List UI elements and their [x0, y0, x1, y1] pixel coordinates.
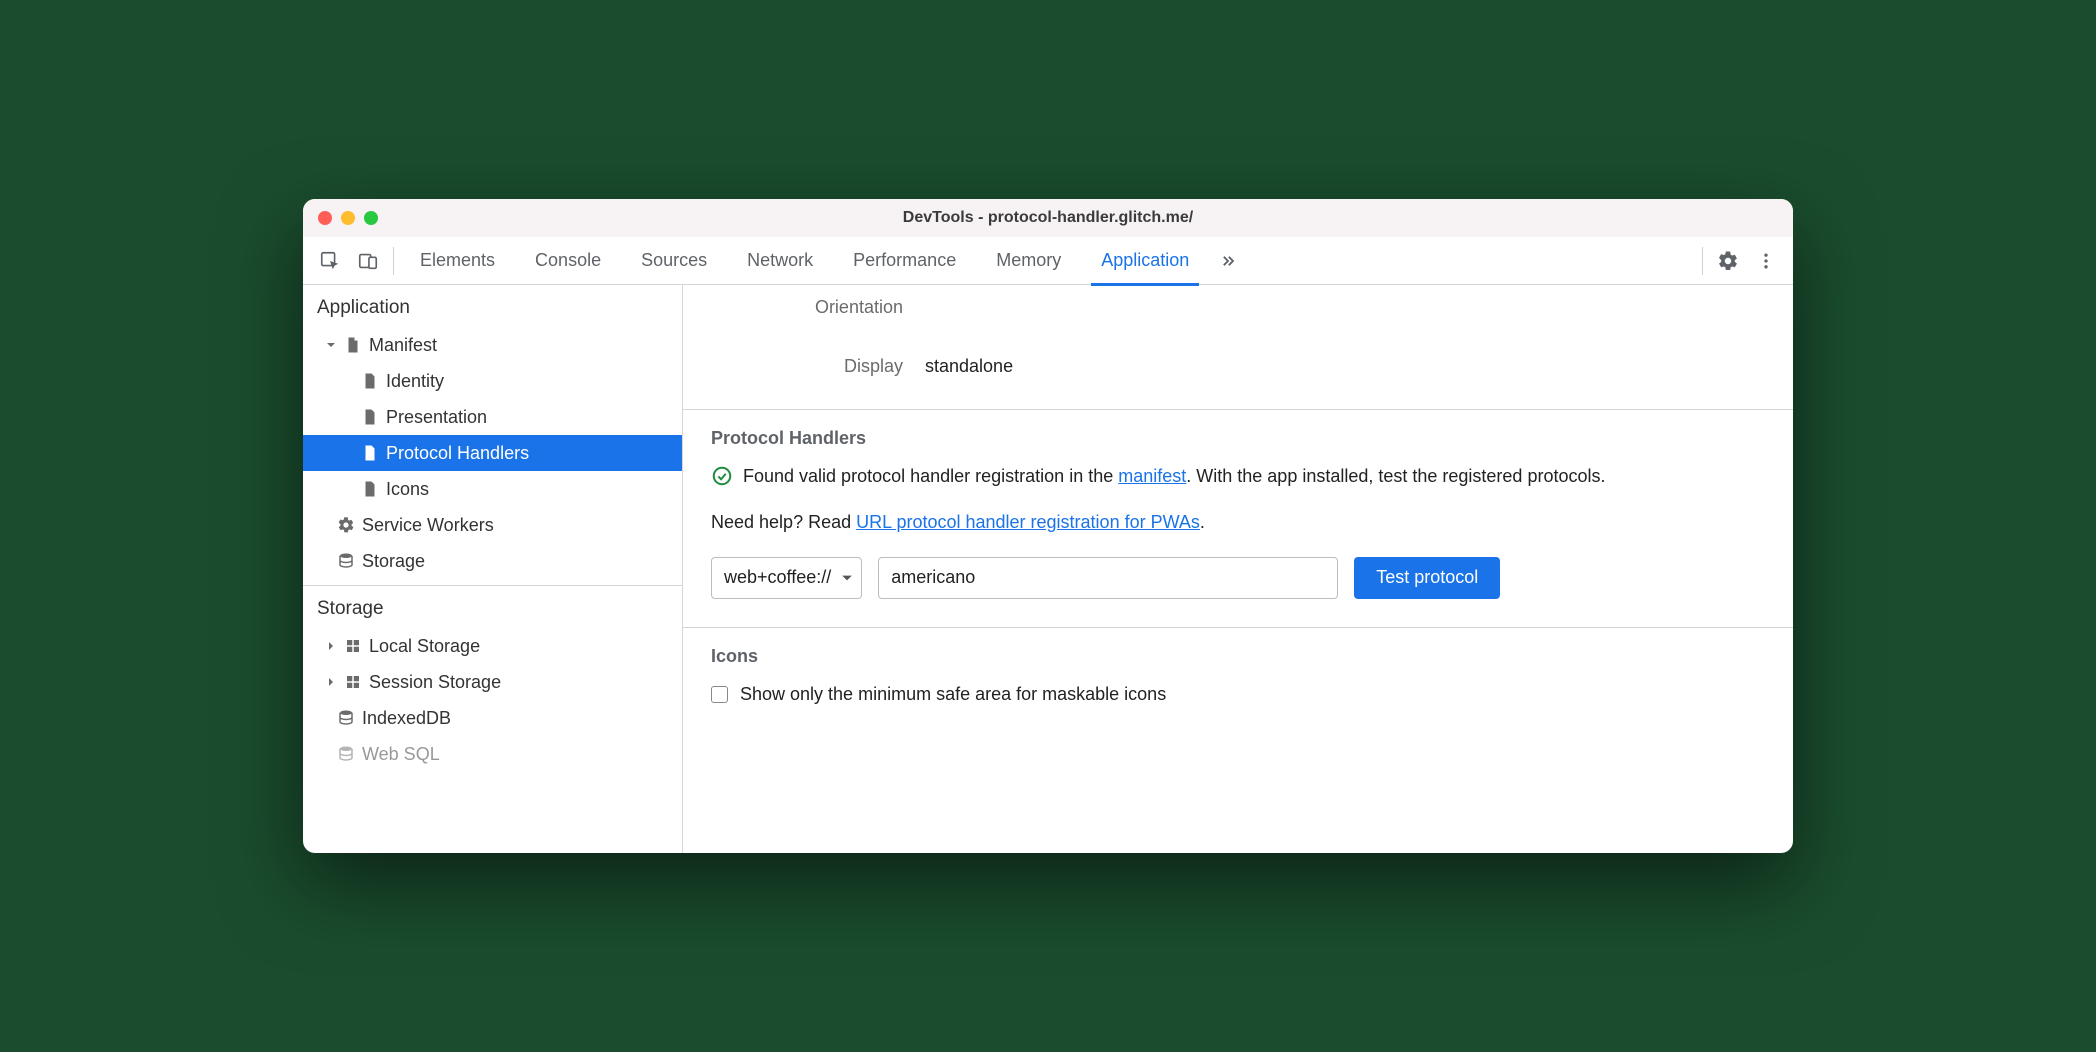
chevron-down-icon [325, 340, 337, 350]
chevron-right-icon [325, 677, 337, 687]
sidebar-item-label: Manifest [369, 335, 437, 356]
maskable-icons-checkbox-row[interactable]: Show only the minimum safe area for mask… [711, 681, 1765, 709]
section-title-icons: Icons [683, 628, 1793, 681]
gear-icon [337, 516, 355, 534]
devtools-window: DevTools - protocol-handler.glitch.me/ E… [303, 199, 1793, 853]
chevron-right-icon [325, 641, 337, 651]
chevron-down-icon [841, 572, 853, 584]
more-tabs-icon[interactable] [1209, 237, 1247, 285]
display-value: standalone [925, 356, 1013, 377]
sidebar: Application Manifest Identity [303, 285, 683, 853]
file-icon [361, 444, 379, 462]
sidebar-item-session-storage[interactable]: Session Storage [303, 664, 682, 700]
devtools-tabbar: Elements Console Sources Network Perform… [303, 237, 1793, 285]
tab-application[interactable]: Application [1081, 237, 1209, 285]
sidebar-item-manifest[interactable]: Manifest [303, 327, 682, 363]
test-protocol-button[interactable]: Test protocol [1354, 557, 1500, 599]
help-text: Need help? Read URL protocol handler reg… [711, 509, 1765, 537]
sidebar-item-protocol-handlers[interactable]: Protocol Handlers [303, 435, 682, 471]
help-link[interactable]: URL protocol handler registration for PW… [856, 512, 1200, 532]
sidebar-item-label: IndexedDB [362, 708, 451, 729]
checkbox-icon[interactable] [711, 686, 728, 703]
tab-sources[interactable]: Sources [621, 237, 727, 285]
row-orientation: Orientation [683, 293, 1793, 322]
icons-section: Icons Show only the minimum safe area fo… [683, 628, 1793, 737]
tab-console[interactable]: Console [515, 237, 621, 285]
database-icon [337, 709, 355, 727]
status-text-suffix: . With the app installed, test the regis… [1186, 466, 1605, 486]
sidebar-item-label: Icons [386, 479, 429, 500]
check-circle-icon [711, 465, 733, 487]
protocol-test-form: web+coffee:// Test protocol [711, 557, 1765, 599]
sidebar-item-label: Presentation [386, 407, 487, 428]
settings-icon[interactable] [1709, 237, 1747, 285]
sidebar-heading-application: Application [303, 285, 682, 327]
row-display: Display standalone [683, 352, 1793, 381]
display-section: Orientation Display standalone [683, 285, 1793, 410]
inspect-element-icon[interactable] [311, 237, 349, 285]
table-icon [344, 637, 362, 655]
tab-memory[interactable]: Memory [976, 237, 1081, 285]
database-icon [337, 552, 355, 570]
status-registration: Found valid protocol handler registratio… [711, 463, 1765, 491]
tab-performance[interactable]: Performance [833, 237, 976, 285]
file-icon [361, 372, 379, 390]
device-toolbar-icon[interactable] [349, 237, 387, 285]
sidebar-item-label: Storage [362, 551, 425, 572]
file-icon [361, 480, 379, 498]
kebab-menu-icon[interactable] [1747, 237, 1785, 285]
titlebar: DevTools - protocol-handler.glitch.me/ [303, 199, 1793, 237]
sidebar-item-local-storage[interactable]: Local Storage [303, 628, 682, 664]
tabbar-divider [1702, 247, 1703, 275]
sidebar-item-label: Local Storage [369, 636, 480, 657]
protocol-path-input[interactable] [878, 557, 1338, 599]
help-prefix: Need help? Read [711, 512, 856, 532]
file-icon [361, 408, 379, 426]
sidebar-item-label: Web SQL [362, 744, 440, 765]
sidebar-item-presentation[interactable]: Presentation [303, 399, 682, 435]
sidebar-item-label: Identity [386, 371, 444, 392]
protocol-handlers-section: Protocol Handlers Found valid protocol h… [683, 410, 1793, 628]
window-title: DevTools - protocol-handler.glitch.me/ [303, 209, 1793, 227]
display-label: Display [683, 356, 903, 377]
scheme-selected-value: web+coffee:// [724, 564, 831, 592]
database-icon [337, 745, 355, 763]
sidebar-item-label: Protocol Handlers [386, 443, 529, 464]
sidebar-item-service-workers[interactable]: Service Workers [303, 507, 682, 543]
sidebar-item-label: Session Storage [369, 672, 501, 693]
orientation-label: Orientation [683, 297, 903, 318]
tab-elements[interactable]: Elements [400, 237, 515, 285]
help-suffix: . [1200, 512, 1205, 532]
content-body: Application Manifest Identity [303, 285, 1793, 853]
tab-network[interactable]: Network [727, 237, 833, 285]
checkbox-label: Show only the minimum safe area for mask… [740, 681, 1166, 709]
sidebar-heading-storage: Storage [303, 586, 682, 628]
manifest-link[interactable]: manifest [1118, 466, 1186, 486]
sidebar-item-indexeddb[interactable]: IndexedDB [303, 700, 682, 736]
file-icon [344, 336, 362, 354]
main-panel: Orientation Display standalone Protocol … [683, 285, 1793, 853]
sidebar-item-label: Service Workers [362, 515, 494, 536]
tabbar-divider [393, 247, 394, 275]
sidebar-item-storage-summary[interactable]: Storage [303, 543, 682, 579]
sidebar-item-icons[interactable]: Icons [303, 471, 682, 507]
section-title-protocol-handlers: Protocol Handlers [683, 410, 1793, 463]
sidebar-item-web-sql[interactable]: Web SQL [303, 736, 682, 772]
status-text-prefix: Found valid protocol handler registratio… [743, 466, 1118, 486]
scheme-select[interactable]: web+coffee:// [711, 557, 862, 599]
sidebar-item-identity[interactable]: Identity [303, 363, 682, 399]
table-icon [344, 673, 362, 691]
